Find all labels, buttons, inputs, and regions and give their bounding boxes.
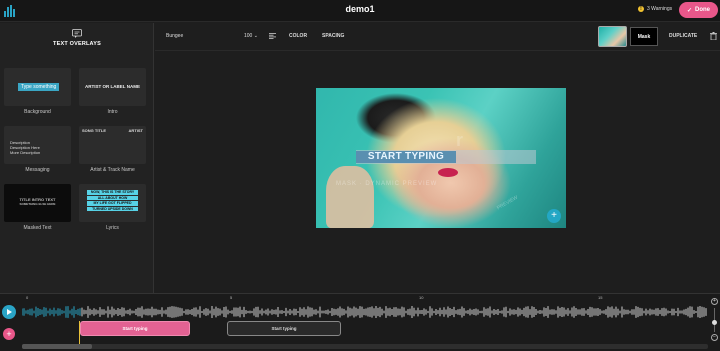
tile-thumbnail: ARTIST OR LABEL NAME <box>79 68 146 106</box>
overlay-tile-intro[interactable]: ARTIST OR LABEL NAME Intro <box>79 68 146 115</box>
timeline-clip[interactable]: Start typing <box>227 321 341 336</box>
font-dropdown[interactable]: Bungee <box>166 33 183 39</box>
tile-label: Messaging <box>25 167 50 173</box>
tile-preview-text: TITLE INTRO TEXT SOMETHING ELSE HERE <box>4 197 71 207</box>
panel-header: TEXT OVERLAYS <box>0 29 154 47</box>
spacing-button[interactable]: SPACING <box>322 33 344 39</box>
color-button[interactable]: COLOR <box>289 33 307 39</box>
tile-label: Background <box>24 109 51 115</box>
zoom-slider-handle[interactable] <box>712 320 717 325</box>
ruler-mark: 10 <box>419 295 424 300</box>
preview-watermark: r <box>456 130 464 150</box>
preview-hand <box>326 166 374 228</box>
done-label: Done <box>695 7 711 13</box>
duplicate-button[interactable]: DUPLICATE <box>669 33 697 39</box>
timeline: + 0 5 10 15 Start typing Start typing + … <box>0 293 720 351</box>
ruler-mark: 5 <box>230 295 233 300</box>
tile-preview-text: ARTIST OR LABEL NAME <box>85 84 140 89</box>
done-button[interactable]: ✓ Done <box>679 2 718 18</box>
overlay-tile-artist-track[interactable]: SONG TITLE ARTIST Artist & Track Name <box>79 126 146 173</box>
tile-label: Masked Text <box>23 225 52 231</box>
zoom-in-icon[interactable]: + <box>711 298 718 305</box>
warnings-indicator[interactable]: ! 3 Warnings <box>638 6 672 12</box>
top-bar: demo1 ! 3 Warnings ✓ Done <box>0 0 720 22</box>
overlay-tile-background[interactable]: Type something Background <box>4 68 71 115</box>
text-overlay-caption[interactable]: START TYPING <box>356 151 456 163</box>
tile-preview-line: NOW, THIS IS THE STORY <box>87 190 138 195</box>
text-overlay-icon <box>72 29 82 38</box>
warning-icon: ! <box>638 6 644 12</box>
tile-preview-line: MY LIFE GOT FLIPPED <box>87 201 138 206</box>
video-preview[interactable]: r START TYPING MASK · DYNAMIC PREVIEW PR… <box>316 88 566 228</box>
tile-preview-text: NOW, THIS IS THE STORY ALL ABOUT HOW MY … <box>87 190 138 212</box>
tile-thumbnail: NOW, THIS IS THE STORY ALL ABOUT HOW MY … <box>79 184 146 222</box>
panel-title: TEXT OVERLAYS <box>53 41 101 47</box>
add-track-button[interactable]: + <box>3 328 15 340</box>
ruler-mark: 0 <box>26 295 29 300</box>
tile-label: Artist & Track Name <box>90 167 135 173</box>
tile-label: Lyrics <box>106 225 119 231</box>
add-overlay-button[interactable]: + <box>547 209 561 223</box>
warnings-text: 3 Warnings <box>647 6 673 12</box>
tile-preview-line: ALL ABOUT HOW <box>87 195 138 200</box>
check-icon: ✓ <box>686 7 693 14</box>
align-left-icon[interactable] <box>269 33 276 39</box>
tile-label: Intro <box>107 109 118 115</box>
text-overlays-panel: TEXT OVERLAYS Type something Background … <box>0 23 154 293</box>
preview-band-text: MASK · DYNAMIC PREVIEW <box>336 181 438 187</box>
font-size-dropdown[interactable]: 100 ⌄ <box>244 33 258 39</box>
preview-diagonal-text: PREVIEW <box>496 194 520 212</box>
mask-thumbnail[interactable] <box>598 26 627 47</box>
font-size-value: 100 <box>244 33 253 39</box>
app-window: demo1 ! 3 Warnings ✓ Done TEXT OVERLAYS … <box>0 0 720 351</box>
zoom-out-icon[interactable]: − <box>711 334 718 341</box>
text-toolbar: Bungee 100 ⌄ COLOR SPACING Mask DUPLICAT… <box>155 23 720 51</box>
preview-lips <box>438 168 458 177</box>
tile-preview-text: Description Description Here More Descri… <box>10 140 40 155</box>
tile-preview-text: ARTIST <box>128 128 143 133</box>
tile-preview-line: TURNED UPSIDE DOWN <box>87 206 138 211</box>
tile-thumbnail: Type something <box>4 68 71 106</box>
overlay-tile-messaging[interactable]: Description Description Here More Descri… <box>4 126 71 173</box>
project-title: demo1 <box>345 4 375 14</box>
app-logo-icon[interactable] <box>4 5 16 17</box>
tile-thumbnail: SONG TITLE ARTIST <box>79 126 146 164</box>
chevron-down-icon: ⌄ <box>253 33 258 39</box>
timeline-clip-selected[interactable]: Start typing <box>80 321 190 336</box>
tile-preview-line: SOMETHING ELSE HERE <box>19 202 56 206</box>
scrollbar-thumb[interactable] <box>22 344 92 349</box>
tile-preview-text: SONG TITLE <box>82 128 106 133</box>
mask-button[interactable]: Mask <box>630 27 658 46</box>
tile-thumbnail: Description Description Here More Descri… <box>4 126 71 164</box>
tile-preview-text: Type something <box>18 83 60 91</box>
overlay-tile-masked-text[interactable]: TITLE INTRO TEXT SOMETHING ELSE HERE Mas… <box>4 184 71 231</box>
overlay-tile-lyrics[interactable]: NOW, THIS IS THE STORY ALL ABOUT HOW MY … <box>79 184 146 231</box>
trash-icon[interactable] <box>710 32 717 40</box>
audio-waveform[interactable] <box>22 304 708 320</box>
play-button[interactable] <box>2 305 16 319</box>
ruler-mark: 15 <box>598 295 603 300</box>
tile-preview-line: More Description <box>10 150 41 155</box>
tile-thumbnail: TITLE INTRO TEXT SOMETHING ELSE HERE <box>4 184 71 222</box>
timeline-ruler[interactable]: 0 5 10 15 <box>22 294 708 303</box>
timeline-scrollbar[interactable] <box>22 344 708 349</box>
